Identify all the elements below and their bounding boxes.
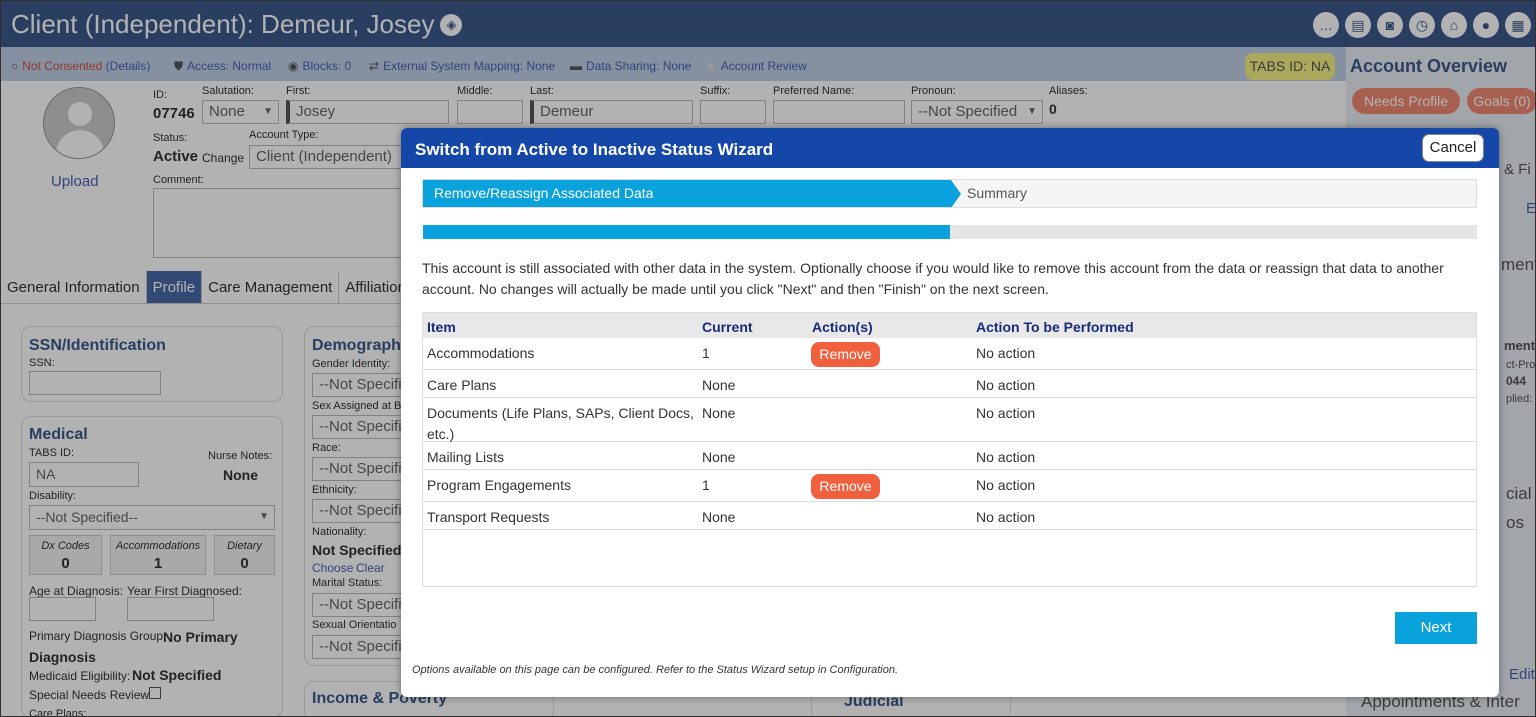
column-header-item: Item — [427, 319, 456, 335]
table-row: Care Plans None No action — [423, 370, 1476, 398]
table-row: Documents (Life Plans, SAPs, Client Docs… — [423, 398, 1476, 442]
column-header-current: Current — [702, 319, 753, 335]
configuration-footnote: Options available on this page can be co… — [412, 664, 899, 676]
step-summary: Summary — [967, 185, 1027, 201]
cell-current: None — [702, 449, 736, 465]
cell-action-to-perform: No action — [976, 509, 1036, 525]
table-row: Transport Requests None No action — [423, 502, 1476, 530]
cell-action-to-perform: No action — [976, 345, 1036, 361]
next-button[interactable]: Next — [1395, 612, 1477, 644]
status-wizard-dialog: Switch from Active to Inactive Status Wi… — [401, 128, 1499, 697]
cell-item: Transport Requests — [427, 509, 550, 525]
wizard-steps: Remove/Reassign Associated Data Summary — [422, 179, 1477, 208]
table-row: Accommodations 1 Remove No action — [423, 338, 1476, 370]
cell-action-to-perform: No action — [976, 377, 1036, 393]
column-header-actions: Action(s) — [812, 319, 873, 335]
table-row: Program Engagements 1 Remove No action — [423, 470, 1476, 502]
cancel-button[interactable]: Cancel — [1422, 134, 1484, 162]
cell-item: Accommodations — [427, 345, 535, 361]
step-arrow — [951, 180, 961, 208]
cell-current: None — [702, 509, 736, 525]
cell-item: Documents (Life Plans, SAPs, Client Docs… — [427, 405, 694, 442]
cell-current: 1 — [702, 477, 710, 493]
cell-item: Care Plans — [427, 377, 497, 393]
wizard-progress-fill — [423, 225, 950, 239]
cell-action-to-perform: No action — [976, 477, 1036, 493]
table-header: Item Current Action(s) Action To be Perf… — [423, 313, 1476, 338]
cell-item: Mailing Lists — [427, 449, 505, 465]
remove-button[interactable]: Remove — [811, 474, 880, 499]
cell-action-to-perform: No action — [976, 405, 1036, 421]
cell-current: 1 — [702, 345, 710, 361]
step-remove-reassign: Remove/Reassign Associated Data — [423, 180, 951, 207]
wizard-progress-bar — [423, 225, 1477, 239]
table-row: Mailing Lists None No action — [423, 442, 1476, 470]
associated-data-table: Item Current Action(s) Action To be Perf… — [422, 312, 1477, 587]
column-header-action-to-perform: Action To be Performed — [976, 319, 1134, 335]
wizard-description: This account is still associated with ot… — [422, 260, 1444, 297]
cell-item: Program Engagements — [427, 477, 571, 493]
remove-button[interactable]: Remove — [811, 342, 880, 367]
dialog-header: Switch from Active to Inactive Status Wi… — [401, 128, 1499, 168]
cell-current: None — [702, 377, 736, 393]
cell-current: None — [702, 405, 736, 421]
cell-action-to-perform: No action — [976, 449, 1036, 465]
dialog-title: Switch from Active to Inactive Status Wi… — [415, 140, 774, 159]
